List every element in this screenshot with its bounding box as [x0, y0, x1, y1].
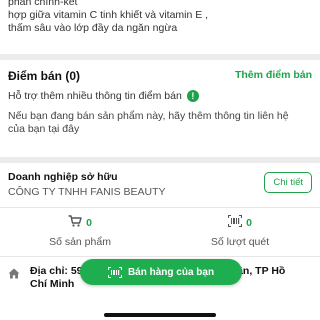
support-info-row: Hỗ trợ thêm nhiều thông tin điểm bán ! — [8, 90, 199, 102]
add-point-of-sale-link[interactable]: Thêm điểm bán — [235, 69, 312, 81]
divider — [0, 256, 320, 257]
scan-count-stat: 0 Số lượt quét — [160, 214, 320, 248]
support-info-text: Hỗ trợ thêm nhiều thông tin điểm bán — [8, 90, 182, 102]
cart-icon — [68, 214, 82, 232]
sell-your-products-button[interactable]: Bán hàng của bạn — [80, 259, 242, 285]
scan-count-value: 0 — [246, 217, 252, 229]
product-description-card: phần chính-kết hợp giữa vitamin C tinh k… — [0, 0, 320, 54]
description-line: hợp giữa vitamin C tinh khiết và vitamin… — [8, 9, 209, 21]
info-icon[interactable]: ! — [186, 90, 199, 102]
company-name: CÔNG TY TNHH FANIS BEAUTY — [8, 186, 166, 198]
home-icon — [8, 266, 20, 291]
description-line: thấm sâu vào lớp đầy da ngăn ngừa — [8, 22, 178, 34]
product-count-value: 0 — [86, 217, 92, 229]
add-contact-hint: Nếu bạn đang bán sản phẩm này, hãy thêm … — [8, 110, 289, 135]
sell-your-products-label: Bán hàng của bạn — [127, 266, 215, 278]
scan-count-label: Số lượt quét — [210, 236, 270, 248]
divider — [0, 207, 320, 208]
owner-company-card: Doanh nghiệp sở hữu CÔNG TY TNHH FANIS B… — [0, 163, 320, 320]
owner-label: Doanh nghiệp sở hữu — [8, 171, 118, 183]
points-of-sale-title: Điểm bán (0) — [8, 69, 81, 83]
home-indicator — [104, 313, 216, 317]
barcode-scan-icon — [228, 214, 243, 232]
points-of-sale-card: Điểm bán (0) Thêm điểm bán Hỗ trợ thêm n… — [0, 60, 320, 157]
description-line: phần chính-kết — [8, 0, 78, 8]
barcode-icon — [107, 266, 122, 278]
product-count-label: Số sản phẩm — [49, 236, 111, 248]
product-count-stat: 0 Số sản phẩm — [0, 215, 160, 248]
company-detail-button[interactable]: Chi tiết — [264, 172, 312, 193]
